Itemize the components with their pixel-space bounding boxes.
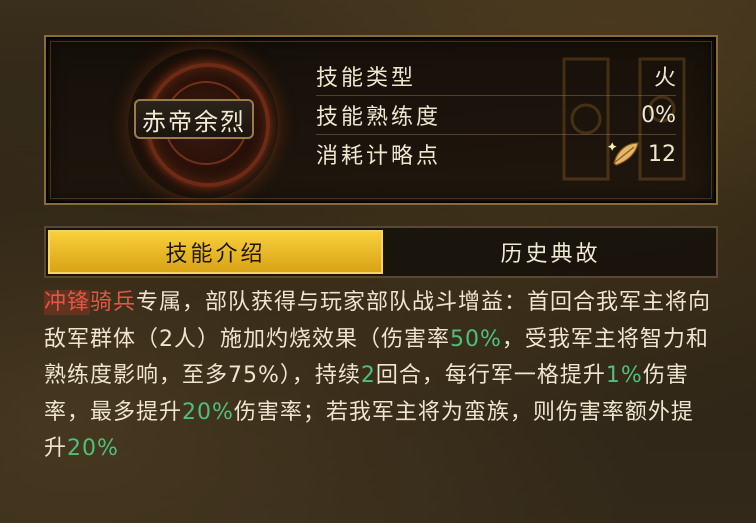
description-segment: 1% <box>605 363 643 388</box>
skill-emblem-inner-ring <box>164 81 248 165</box>
skill-seal-background <box>128 49 278 199</box>
skill-info-panel: 赤帝余烈 技能类型 火 技能熟练度 0% 消耗计略点 12 <box>44 35 718 205</box>
stat-label: 技能类型 <box>316 66 417 91</box>
description-segment: 冲锋 <box>44 290 91 315</box>
stat-row-proficiency: 技能熟练度 0% <box>316 96 676 135</box>
description-segment: 20% <box>182 399 234 425</box>
stat-label: 消耗计略点 <box>316 144 442 169</box>
description-segment: 20% <box>67 436 119 461</box>
background-calligraphy-decoration <box>544 49 704 195</box>
stat-value: 0% <box>641 102 676 128</box>
description-segment: 骑兵 <box>90 290 137 315</box>
skill-description: 冲锋骑兵专属，部队获得与玩家部队战斗增益：首回合我军主将向敌军群体（2人）施加灼… <box>44 285 714 468</box>
tab-history[interactable]: 历史典故 <box>385 228 716 276</box>
skill-emblem-icon <box>146 63 270 187</box>
decorative-pattern-icon <box>562 57 686 181</box>
cost-value: 12 <box>648 141 676 167</box>
stat-label: 技能熟练度 <box>316 105 442 130</box>
description-segment: 50% <box>450 326 502 352</box>
description-segment: 回合，每行军一格提升 <box>375 363 606 388</box>
tab-skill-intro[interactable]: 技能介绍 <box>48 230 383 274</box>
stat-value: 火 <box>653 66 676 91</box>
skill-name: 赤帝余烈 <box>134 99 254 139</box>
skill-stats: 技能类型 火 技能熟练度 0% 消耗计略点 12 <box>316 57 676 173</box>
description-segment: 2 <box>360 363 376 388</box>
stat-row-cost: 消耗计略点 12 <box>316 135 676 173</box>
feather-icon <box>608 139 642 169</box>
skill-tabs: 技能介绍 历史典故 <box>44 226 718 278</box>
stat-row-type: 技能类型 火 <box>316 57 676 96</box>
stat-value-cost: 12 <box>608 139 676 169</box>
